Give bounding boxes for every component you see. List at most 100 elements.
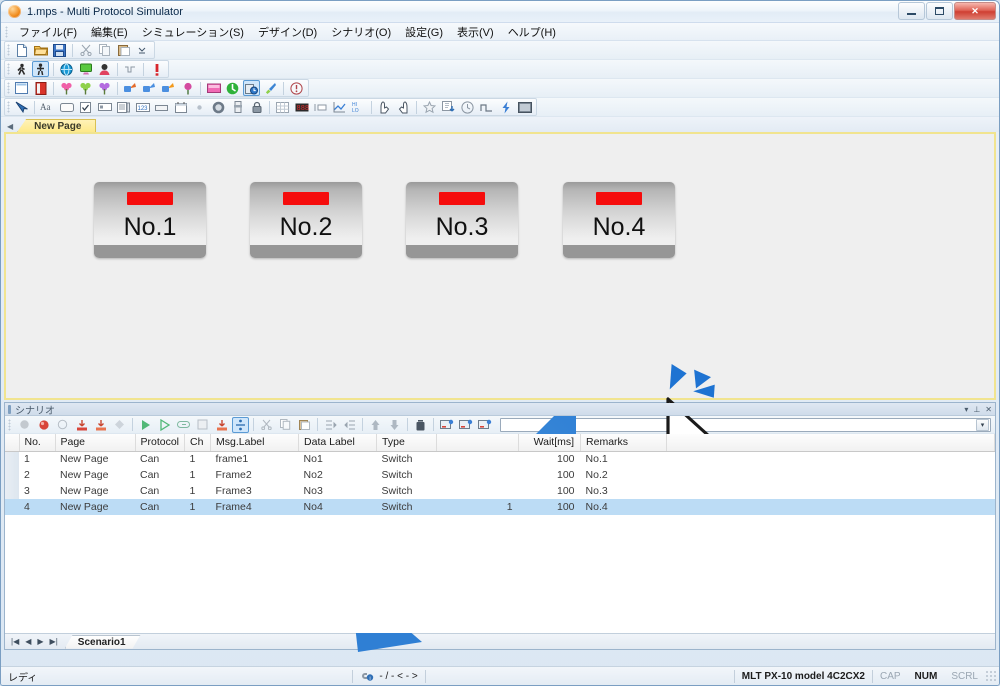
red-book-icon[interactable] [32, 80, 49, 96]
diamond-icon[interactable] [111, 417, 128, 433]
device-button-2[interactable]: No.2 [250, 182, 362, 258]
globe-icon[interactable] [58, 61, 75, 77]
link-blue-icon[interactable] [122, 80, 139, 96]
cell-no[interactable]: 4 [19, 499, 55, 515]
pointer-tool-icon[interactable] [13, 99, 30, 115]
cell-msg-label[interactable]: Frame3 [211, 483, 299, 499]
col-data-label[interactable]: Data Label [298, 434, 378, 452]
cell-wait[interactable]: 100 [519, 483, 581, 499]
menu-design[interactable]: デザイン(D) [251, 23, 324, 41]
row-header[interactable] [5, 483, 19, 499]
matrix-tool-icon[interactable] [331, 99, 348, 115]
import-red-icon[interactable] [73, 417, 90, 433]
scenario-combo-box[interactable]: ▾ [500, 417, 991, 432]
outdent-icon[interactable] [341, 417, 358, 433]
cell-page[interactable]: New Page [55, 467, 135, 483]
clock-icon[interactable] [459, 99, 476, 115]
cell-msg-label[interactable]: Frame4 [210, 499, 299, 515]
screen-icon[interactable] [205, 80, 222, 96]
link-orange-icon[interactable] [160, 80, 177, 96]
alert-exclamation-icon[interactable] [148, 61, 165, 77]
sheet-next-button[interactable]: ▶ [34, 637, 46, 646]
step-icon[interactable] [213, 417, 230, 433]
table-row[interactable]: 2 New Page Can 1 Frame2 No2 Switch 100 N… [5, 467, 995, 483]
cell-data-label[interactable]: No1 [299, 451, 377, 467]
window-resize-grip-icon[interactable] [985, 670, 997, 682]
cell-ch[interactable]: 1 [185, 451, 211, 467]
number-tool-icon[interactable]: 123 [134, 99, 151, 115]
cell-protocol[interactable]: Can [135, 467, 185, 483]
device-button-1[interactable]: No.1 [94, 182, 206, 258]
green-circle-icon[interactable] [224, 80, 241, 96]
row-header[interactable] [5, 451, 19, 467]
cell-value[interactable] [437, 467, 519, 483]
device-button-4[interactable]: No.4 [563, 182, 675, 258]
cell-protocol[interactable]: Can [135, 499, 185, 515]
open-folder-icon[interactable] [32, 42, 49, 58]
paste-icon[interactable] [296, 417, 313, 433]
col-wait[interactable]: Wait[ms] [518, 434, 582, 452]
pulse-icon[interactable] [478, 99, 495, 115]
sheet-last-button[interactable]: ▶| [47, 637, 61, 646]
indent-icon[interactable] [322, 417, 339, 433]
cell-data-label[interactable]: No3 [299, 483, 377, 499]
hilo-tool-icon[interactable]: HI LO [350, 99, 367, 115]
cell-wait[interactable]: 100 [518, 499, 581, 515]
calendar-tool-icon[interactable] [172, 99, 189, 115]
scenario-grid[interactable]: No. Page Protocol Ch Msg.Label Data Labe… [5, 434, 995, 633]
cell-remarks[interactable]: No.1 [581, 451, 667, 467]
col-ch[interactable]: Ch [184, 434, 212, 452]
save-disk-icon[interactable] [51, 42, 68, 58]
col-page[interactable]: Page [55, 434, 136, 452]
maximize-button[interactable] [926, 2, 953, 20]
play-icon[interactable] [137, 417, 154, 433]
col-msg-label[interactable]: Msg.Label [210, 434, 300, 452]
page-tab-new-page[interactable]: New Page [17, 119, 97, 132]
copy-icon[interactable] [96, 42, 113, 58]
panel-tool-icon[interactable] [153, 99, 170, 115]
cell-value[interactable] [437, 451, 519, 467]
cell-page[interactable]: New Page [55, 451, 135, 467]
snapshot2-icon[interactable] [457, 417, 474, 433]
user-icon[interactable] [96, 61, 113, 77]
cell-no[interactable]: 1 [19, 451, 55, 467]
col-remarks[interactable]: Remarks [580, 434, 668, 452]
import-icon[interactable] [440, 99, 457, 115]
snapshot1-icon[interactable] [438, 417, 455, 433]
panel-close-icon[interactable]: ✕ [985, 405, 992, 414]
chevron-down-icon[interactable]: ▾ [976, 418, 989, 431]
close-button[interactable]: ✕ [954, 2, 996, 20]
col-no[interactable]: No. [19, 434, 56, 452]
row-header[interactable] [5, 467, 19, 483]
seg-display-tool-icon[interactable]: 888 [293, 99, 310, 115]
cell-page[interactable]: New Page [55, 483, 135, 499]
menu-help[interactable]: ヘルプ(H) [501, 23, 563, 41]
play-outline-icon[interactable] [156, 417, 173, 433]
info-circle-icon[interactable] [288, 80, 305, 96]
overflow-chevron-icon[interactable] [134, 42, 151, 58]
cell-page[interactable]: New Page [55, 499, 135, 515]
dot-tool-icon[interactable] [191, 99, 208, 115]
menu-scenario[interactable]: シナリオ(O) [324, 23, 398, 41]
cell-remarks[interactable]: No.3 [581, 483, 667, 499]
sheet-first-button[interactable]: |◀ [8, 637, 22, 646]
stop-icon[interactable] [194, 417, 211, 433]
circle-icon[interactable] [54, 417, 71, 433]
wave-icon[interactable] [122, 61, 139, 77]
gauge-tool-icon[interactable] [210, 99, 227, 115]
cell-protocol[interactable]: Can [135, 451, 185, 467]
design-canvas[interactable]: No.1 No.2 No.3 No.4 [4, 132, 996, 652]
import-red2-icon[interactable] [92, 417, 109, 433]
cell-remarks[interactable]: No.4 [580, 499, 667, 515]
cell-ch[interactable]: 1 [184, 499, 211, 515]
cell-type[interactable]: Switch [377, 467, 437, 483]
menu-edit[interactable]: 編集(E) [84, 23, 135, 41]
menu-view[interactable]: 表示(V) [450, 23, 501, 41]
table-tool-icon[interactable] [274, 99, 291, 115]
cell-data-label[interactable]: No2 [299, 467, 377, 483]
loop-icon[interactable] [175, 417, 192, 433]
cell-type[interactable]: Switch [377, 451, 437, 467]
textbox-tool-icon[interactable] [96, 99, 113, 115]
menu-file[interactable]: ファイル(F) [12, 23, 84, 41]
sheet-tab-scenario1[interactable]: Scenario1 [65, 635, 141, 649]
